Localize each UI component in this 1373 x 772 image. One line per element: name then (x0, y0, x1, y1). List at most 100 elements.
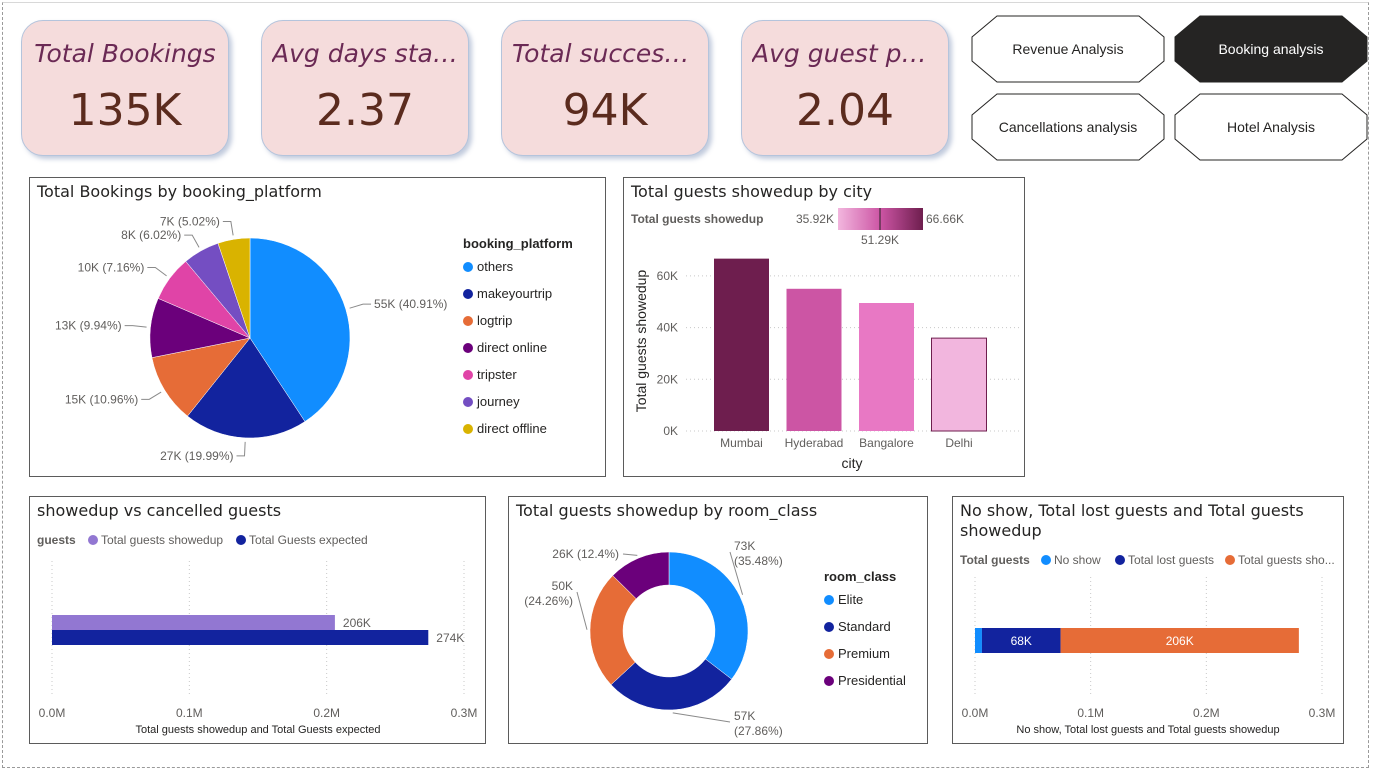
kpi-avg-days-stayed: Avg days stayed 2.37 (261, 20, 469, 156)
nav-label: Booking analysis (1218, 41, 1324, 57)
x-tick-label: Delhi (945, 436, 972, 450)
legend-title: booking_platform (463, 236, 573, 251)
y-tick-label: 20K (657, 372, 678, 386)
data-label: 206K (1166, 634, 1194, 648)
legend-marker (463, 262, 473, 272)
bar (859, 303, 914, 431)
data-label-line: 50K (552, 579, 573, 593)
x-axis-title: No show, Total lost guests and Total gue… (1016, 724, 1279, 736)
bar (786, 288, 842, 431)
kpi-title: Total Bookings (34, 39, 216, 68)
x-tick-label: 0.3M (451, 706, 478, 720)
y-axis-title: Total guests showedup (633, 270, 649, 413)
legend-title: room_class (824, 569, 896, 584)
legend-marker (824, 595, 834, 605)
data-label: 7K (5.02%) (160, 215, 220, 229)
x-tick-label: 0.2M (313, 706, 340, 720)
legend-marker (1041, 555, 1051, 565)
kpi-title: Avg guest per... (752, 39, 938, 68)
gradient-legend-title: Total guests showedup (631, 212, 763, 226)
legend-item: Total guests showedup (101, 533, 223, 547)
leader-line (576, 591, 588, 630)
kpi-title: Avg days stayed (272, 39, 458, 68)
hbar-chart-guests: guests Total guests showedup Total Guests … (37, 533, 478, 736)
legend-title: Total guests (960, 553, 1030, 567)
leader-line (236, 441, 246, 457)
leader-line (141, 391, 162, 400)
nav-cancellations-analysis-button[interactable]: Cancellations analysis (971, 93, 1165, 161)
x-tick-label: Mumbai (720, 436, 763, 450)
data-label: 50K (24.26%) (524, 579, 573, 608)
legend-marker (463, 316, 473, 326)
leader-line (222, 221, 234, 236)
x-tick-label: Bangalore (859, 436, 914, 450)
legend-marker (463, 424, 473, 434)
data-label: 10K (7.16%) (78, 261, 145, 275)
legend-item: Total lost guests (1128, 553, 1214, 567)
nav-revenue-analysis-button[interactable]: Revenue Analysis (971, 15, 1165, 83)
pie-chart-booking-platform: 55K (40.91%) 27K (19.99%) 15K (10.96%) 13K … (55, 215, 573, 463)
legend-item: others (477, 259, 514, 274)
data-label-line: (27.86%) (734, 724, 783, 738)
legend-marker (463, 397, 473, 407)
kpi-value: 2.37 (316, 85, 414, 136)
y-tick-label: 0K (663, 424, 678, 438)
stacked-bar-chart-no-show: Total guests No show Total lost guests Tota… (960, 553, 1335, 736)
legend-item: Total Guests expected (249, 533, 368, 547)
y-tick-label: 60K (657, 269, 678, 283)
data-label-line: 73K (734, 539, 755, 553)
legend-title: guests (37, 533, 76, 547)
legend-marker (824, 622, 834, 632)
gradient-mid-label: 51.29K (861, 233, 899, 247)
data-label: 15K (10.96%) (65, 392, 138, 406)
leader-line (147, 267, 167, 277)
gradient-max-label: 66.66K (926, 212, 964, 226)
legend-marker (463, 370, 473, 380)
data-label: 206K (343, 616, 371, 630)
kpi-avg-guest-per: Avg guest per... 2.04 (741, 20, 949, 156)
legend-marker (463, 289, 473, 299)
data-label: 26K (12.4%) (552, 547, 619, 561)
data-label-line: 57K (734, 709, 755, 723)
legend-marker (1115, 555, 1125, 565)
panel-bookings-by-platform[interactable]: Total Bookings by booking_platform 55K (… (29, 177, 606, 477)
leader-line (124, 325, 147, 328)
panel-guests-by-room-class[interactable]: Total guests showedup by room_class 73K(… (508, 496, 928, 744)
panel-guests-by-city[interactable]: Total guests showedup by city Total gues… (623, 177, 1025, 477)
data-label: 68K (1011, 634, 1032, 648)
x-tick-label: Hyderabad (785, 436, 844, 450)
data-label: 73K (35.48%) (734, 539, 783, 568)
legend-marker (88, 535, 98, 545)
legend-marker (236, 535, 246, 545)
kpi-value: 94K (562, 85, 648, 136)
legend-marker (1225, 555, 1235, 565)
x-tick-label: 0.2M (1193, 706, 1220, 720)
bar (52, 615, 335, 630)
kpi-value: 135K (68, 85, 182, 136)
legend-item: direct offline (477, 421, 547, 436)
legend-item: Premium (838, 646, 890, 661)
x-tick-label: 0.0M (962, 706, 989, 720)
nav-hotel-analysis-button[interactable]: Hotel Analysis (1174, 93, 1368, 161)
data-label: 13K (9.94%) (55, 319, 122, 333)
panel-showedup-vs-cancelled[interactable]: showedup vs cancelled guests guests Total… (29, 496, 486, 744)
legend-item: Standard (838, 619, 891, 634)
data-label: 8K (6.02%) (121, 228, 181, 242)
panel-no-show-lost[interactable]: No show, Total lost guests and Total gue… (952, 496, 1344, 744)
legend-marker (824, 676, 834, 686)
leader-line (349, 303, 372, 309)
legend-marker (463, 343, 473, 353)
leader-line (672, 712, 731, 723)
x-tick-label: 0.0M (39, 706, 66, 720)
donut-slice (668, 551, 749, 680)
x-axis-title: city (842, 455, 863, 471)
y-tick-label: 40K (657, 321, 678, 335)
bar (52, 630, 429, 645)
data-label: 274K (436, 631, 464, 645)
nav-booking-analysis-button[interactable]: Booking analysis (1174, 15, 1368, 83)
legend-item: No show (1054, 553, 1101, 567)
kpi-total-successful: Total successful... 94K (501, 20, 709, 156)
nav-label: Cancellations analysis (998, 119, 1138, 135)
leader-line (184, 234, 200, 248)
data-label-line: (35.48%) (734, 554, 783, 568)
